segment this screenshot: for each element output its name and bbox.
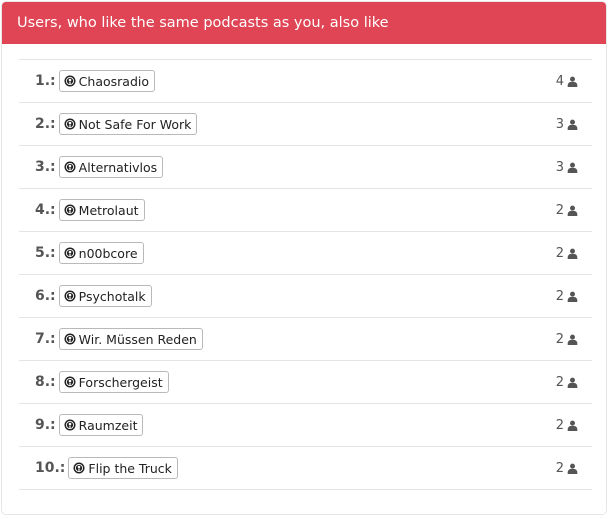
like-count: 2	[556, 418, 578, 433]
rank-label: 3.:	[35, 159, 56, 175]
podcast-link[interactable]: Flip the Truck	[68, 457, 178, 479]
podcast-link[interactable]: n00bcore	[58, 242, 144, 264]
like-count: 2	[556, 332, 578, 347]
user-icon	[567, 377, 578, 388]
podcast-name: Forschergeist	[78, 374, 163, 390]
rank-label: 2.:	[35, 116, 56, 132]
list-item: 5.: n00bcore 2	[19, 231, 592, 274]
podcast-name: Flip the Truck	[88, 460, 172, 476]
podcast-link[interactable]: Raumzeit	[58, 414, 144, 436]
list-item: 7.: Wir. Müssen Reden 2	[19, 317, 592, 360]
list-item: 8.: Forschergeist 2	[19, 360, 592, 403]
list-item: 1.: Chaosradio 4	[19, 59, 592, 102]
podcast-link[interactable]: Alternativlos	[58, 156, 164, 178]
rank-label: 5.:	[35, 245, 56, 261]
like-count-value: 2	[555, 417, 564, 433]
user-icon	[567, 248, 578, 259]
like-count-value: 2	[555, 245, 564, 261]
recommendation-list: 1.: Chaosradio 4 2.: Not Safe For Work 3 3.: Al…	[19, 59, 592, 490]
podcast-icon	[64, 204, 76, 216]
podcast-name: Psychotalk	[78, 288, 146, 304]
like-count-value: 4	[555, 73, 564, 89]
like-count: 3	[556, 117, 578, 132]
like-count-value: 2	[555, 331, 564, 347]
rank-label: 4.:	[35, 202, 56, 218]
rank-label: 10.:	[35, 460, 66, 476]
podcast-icon	[73, 462, 85, 474]
like-count-value: 3	[555, 116, 564, 132]
user-icon	[567, 463, 578, 474]
podcast-icon	[64, 419, 76, 431]
like-count: 2	[556, 246, 578, 261]
user-icon	[567, 205, 578, 216]
user-icon	[567, 76, 578, 87]
rank-label: 8.:	[35, 374, 56, 390]
podcast-link[interactable]: Not Safe For Work	[58, 113, 198, 135]
list-item: 6.: Psychotalk 2	[19, 274, 592, 317]
rank-label: 7.:	[35, 331, 56, 347]
rank-label: 9.:	[35, 417, 56, 433]
podcast-name: Chaosradio	[78, 73, 149, 89]
podcast-name: Wir. Müssen Reden	[78, 331, 197, 347]
user-icon	[567, 162, 578, 173]
podcast-link[interactable]: Forschergeist	[58, 371, 169, 393]
podcast-icon	[64, 376, 76, 388]
podcast-name: Raumzeit	[78, 417, 138, 433]
podcast-name: Not Safe For Work	[78, 116, 192, 132]
podcast-icon	[64, 75, 76, 87]
like-count: 2	[556, 375, 578, 390]
podcast-link[interactable]: Wir. Müssen Reden	[58, 328, 203, 350]
user-icon	[567, 420, 578, 431]
like-count-value: 2	[555, 460, 564, 476]
user-icon	[567, 119, 578, 130]
user-icon	[567, 291, 578, 302]
like-count: 4	[556, 74, 578, 89]
list-item: 2.: Not Safe For Work 3	[19, 102, 592, 145]
user-icon	[567, 334, 578, 345]
like-count-value: 2	[555, 202, 564, 218]
podcast-icon	[64, 247, 76, 259]
rank-label: 1.:	[35, 73, 56, 89]
like-count: 2	[556, 289, 578, 304]
podcast-icon	[64, 118, 76, 130]
podcast-icon	[64, 333, 76, 345]
podcast-icon	[64, 161, 76, 173]
podcast-icon	[64, 290, 76, 302]
panel-title: Users, who like the same podcasts as you…	[2, 2, 606, 44]
like-count-value: 3	[555, 159, 564, 175]
podcast-name: Metrolaut	[78, 202, 139, 218]
podcast-link[interactable]: Chaosradio	[58, 70, 155, 92]
list-item: 10.: Flip the Truck 2	[19, 446, 592, 490]
rank-label: 6.:	[35, 288, 56, 304]
podcast-link[interactable]: Metrolaut	[58, 199, 145, 221]
like-count: 3	[556, 160, 578, 175]
like-count: 2	[556, 461, 578, 476]
list-item: 3.: Alternativlos 3	[19, 145, 592, 188]
recommendations-panel: Users, who like the same podcasts as you…	[1, 1, 607, 515]
like-count-value: 2	[555, 288, 564, 304]
podcast-name: n00bcore	[78, 245, 138, 261]
like-count: 2	[556, 203, 578, 218]
list-item: 9.: Raumzeit 2	[19, 403, 592, 446]
like-count-value: 2	[555, 374, 564, 390]
podcast-name: Alternativlos	[78, 159, 158, 175]
podcast-link[interactable]: Psychotalk	[58, 285, 152, 307]
list-item: 4.: Metrolaut 2	[19, 188, 592, 231]
